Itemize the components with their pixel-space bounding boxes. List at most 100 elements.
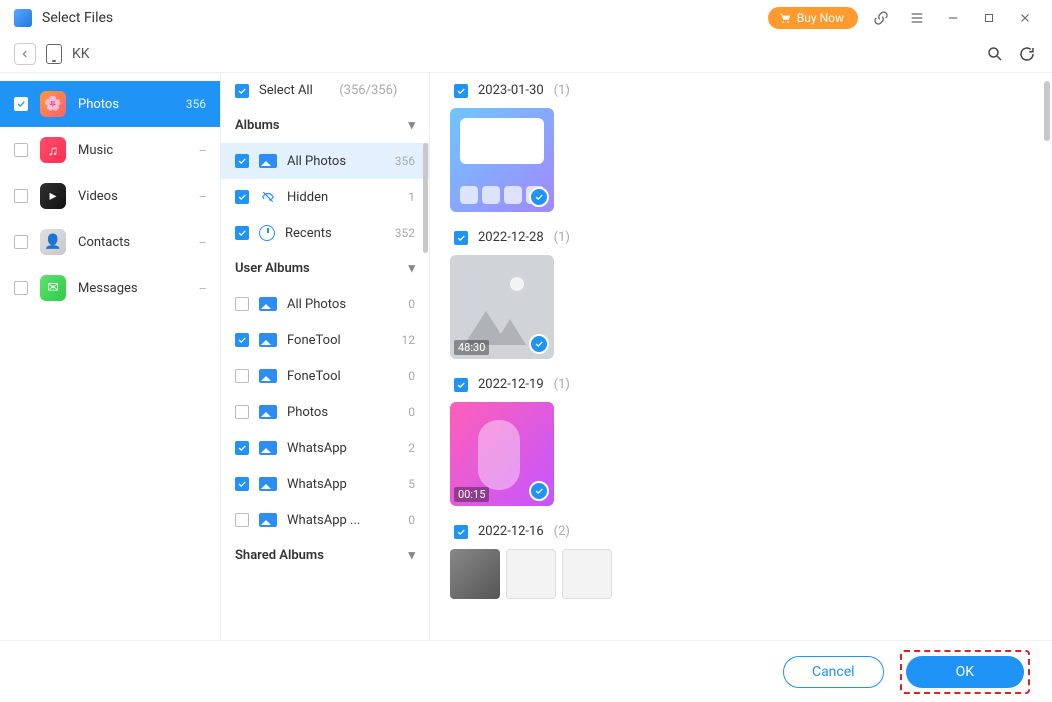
back-button[interactable] (14, 43, 36, 65)
thumbnail-row (450, 108, 1032, 212)
maximize-button[interactable] (976, 5, 1002, 31)
videos-icon: ▸ (40, 183, 66, 209)
category-checkbox[interactable] (14, 143, 28, 157)
album-label: FoneTool (287, 369, 398, 384)
album-icon (259, 513, 277, 527)
selected-badge-icon (529, 187, 549, 207)
album-item[interactable]: Recents352 (221, 215, 429, 251)
ok-button[interactable]: OK (906, 656, 1024, 688)
date-count: (1) (554, 230, 570, 245)
category-label: Videos (78, 189, 187, 204)
date-group: 2022-12-19 (1) 00:15 (450, 377, 1032, 506)
category-count: -- (199, 281, 206, 295)
album-item[interactable]: All Photos0 (221, 286, 429, 322)
album-checkbox[interactable] (235, 226, 249, 240)
date-label: 2022-12-19 (478, 377, 544, 392)
photo-thumbnail[interactable] (450, 549, 612, 599)
link-icon[interactable] (868, 5, 894, 31)
content-scrollbar[interactable] (1044, 81, 1050, 141)
category-label: Photos (78, 97, 174, 112)
photo-thumbnail[interactable]: 00:15 (450, 402, 554, 506)
main-area: 🌸Photos356♫Music--▸Videos--👤Contacts--✉M… (0, 72, 1052, 640)
album-label: Hidden (287, 190, 398, 205)
album-icon (259, 297, 277, 311)
album-label: WhatsApp (287, 441, 398, 456)
titlebar: Select Files Buy Now (0, 0, 1052, 36)
date-group: 2022-12-28(1) 48:30 (450, 230, 1032, 359)
album-checkbox[interactable] (235, 405, 249, 419)
album-item[interactable]: WhatsApp5 (221, 466, 429, 502)
album-icon (259, 405, 277, 419)
ok-button-highlight: OK (900, 650, 1030, 694)
album-item[interactable]: FoneTool12 (221, 322, 429, 358)
album-checkbox[interactable] (235, 190, 249, 204)
album-count: 5 (408, 477, 415, 491)
close-button[interactable] (1012, 5, 1038, 31)
album-item[interactable]: WhatsApp ...0 (221, 502, 429, 538)
select-all-checkbox[interactable] (235, 84, 249, 98)
cart-icon (778, 11, 792, 25)
search-icon[interactable] (984, 43, 1006, 65)
category-messages[interactable]: ✉Messages-- (0, 265, 220, 311)
device-icon (46, 44, 62, 64)
album-group-header[interactable]: Shared Albums▾ (221, 538, 429, 573)
cancel-button[interactable]: Cancel (783, 656, 884, 688)
date-header[interactable]: 2022-12-16(2) (450, 524, 1032, 539)
category-music[interactable]: ♫Music-- (0, 127, 220, 173)
album-count: 0 (408, 369, 415, 383)
album-item[interactable]: WhatsApp2 (221, 430, 429, 466)
date-count: (1) (554, 377, 570, 392)
buy-now-button[interactable]: Buy Now (768, 7, 858, 29)
album-item[interactable]: FoneTool 0 (221, 358, 429, 394)
date-checkbox[interactable] (454, 378, 468, 392)
album-group-header[interactable]: Albums▾ (221, 108, 429, 143)
date-checkbox[interactable] (454, 231, 468, 245)
category-checkbox[interactable] (14, 281, 28, 295)
selected-badge-icon (529, 481, 549, 501)
category-videos[interactable]: ▸Videos-- (0, 173, 220, 219)
album-checkbox[interactable] (235, 441, 249, 455)
category-checkbox[interactable] (14, 235, 28, 249)
date-header[interactable]: 2022-12-19 (1) (450, 377, 1032, 392)
refresh-icon[interactable] (1016, 43, 1038, 65)
buy-now-label: Buy Now (797, 11, 844, 25)
selected-badge-icon (529, 334, 549, 354)
album-label: Recents (285, 226, 385, 241)
category-checkbox[interactable] (14, 189, 28, 203)
hidden-icon (259, 190, 277, 204)
menu-icon[interactable] (904, 5, 930, 31)
date-label: 2022-12-16 (478, 524, 544, 539)
album-count: 0 (408, 405, 415, 419)
category-checkbox[interactable] (14, 97, 28, 111)
album-item[interactable]: All Photos356 (221, 143, 429, 179)
album-list-panel: Select All (356/356) Albums▾All Photos35… (220, 73, 430, 640)
album-scrollbar[interactable] (423, 143, 428, 253)
category-count: -- (199, 143, 206, 157)
album-checkbox[interactable] (235, 477, 249, 491)
album-group-header[interactable]: User Albums▾ (221, 251, 429, 286)
date-header[interactable]: 2022-12-28(1) (450, 230, 1032, 245)
select-all-row[interactable]: Select All (356/356) (221, 73, 429, 108)
category-count: -- (199, 235, 206, 249)
album-item[interactable]: Hidden1 (221, 179, 429, 215)
date-checkbox[interactable] (454, 84, 468, 98)
category-photos[interactable]: 🌸Photos356 (0, 81, 220, 127)
date-header[interactable]: 2023-01-30(1) (450, 83, 1032, 98)
photo-thumbnail[interactable] (450, 108, 554, 212)
date-group: 2023-01-30(1) (450, 83, 1032, 212)
date-checkbox[interactable] (454, 525, 468, 539)
album-checkbox[interactable] (235, 333, 249, 347)
album-label: WhatsApp ... (287, 513, 398, 528)
breadcrumb: KK (0, 36, 1052, 72)
clock-icon (259, 225, 275, 241)
album-item[interactable]: Photos0 (221, 394, 429, 430)
category-contacts[interactable]: 👤Contacts-- (0, 219, 220, 265)
category-label: Messages (78, 281, 187, 296)
album-checkbox[interactable] (235, 154, 249, 168)
minimize-button[interactable] (940, 5, 966, 31)
photo-thumbnail[interactable]: 48:30 (450, 255, 554, 359)
duration-label: 00:15 (454, 487, 489, 502)
album-checkbox[interactable] (235, 369, 249, 383)
album-checkbox[interactable] (235, 297, 249, 311)
album-checkbox[interactable] (235, 513, 249, 527)
